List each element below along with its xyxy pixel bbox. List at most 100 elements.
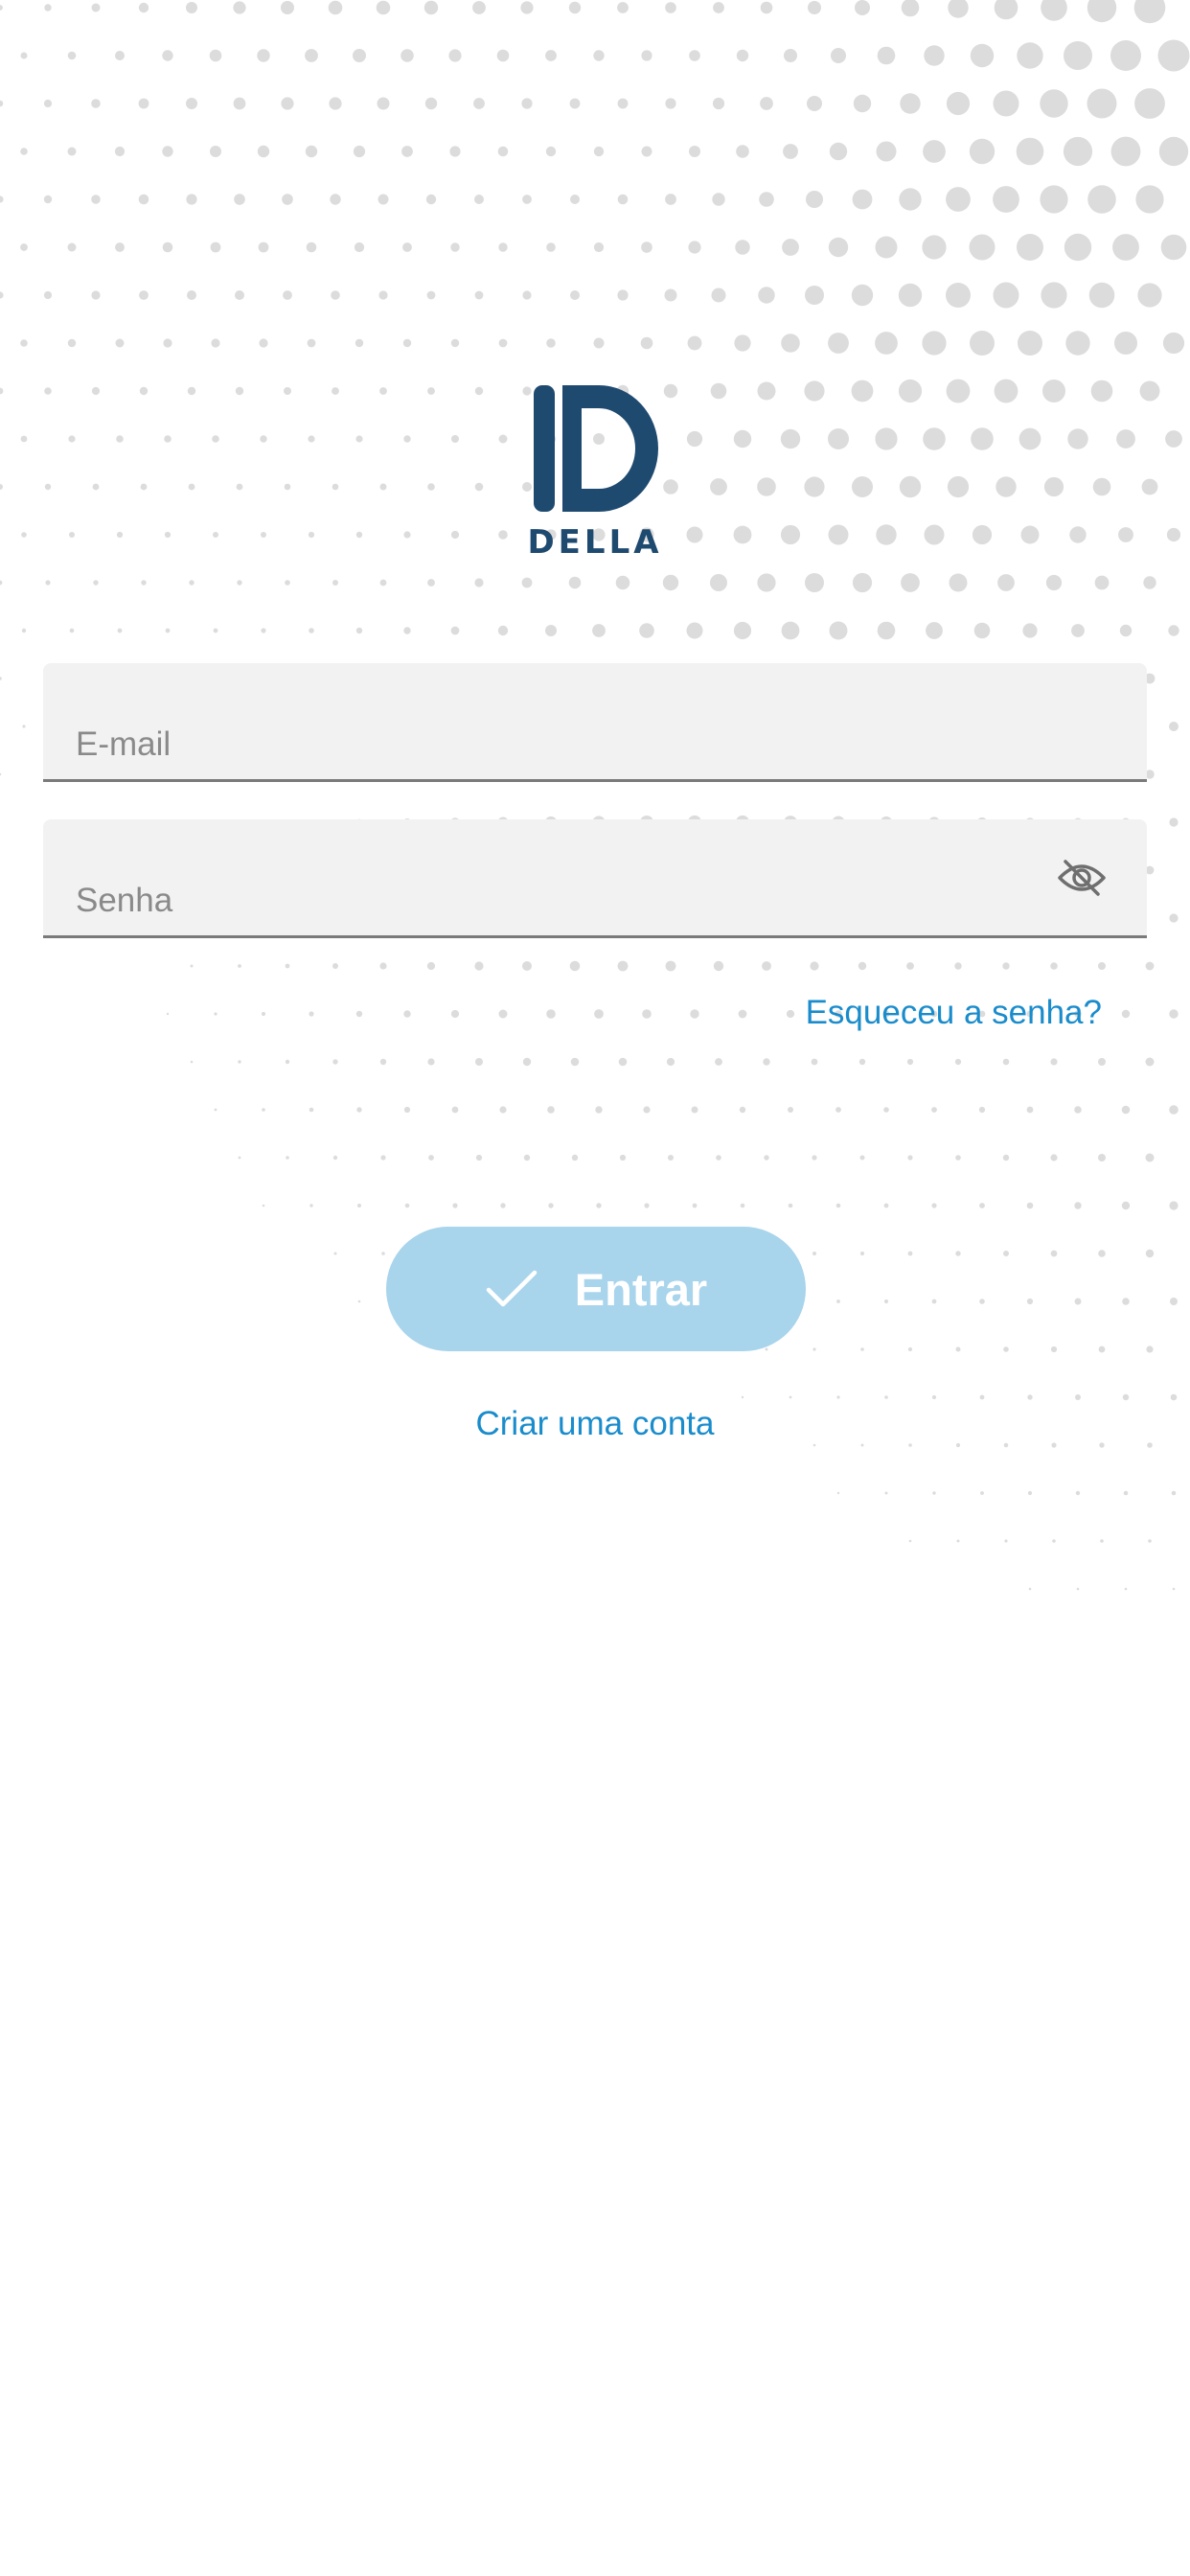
- pattern-dot: [716, 1155, 721, 1161]
- pattern-dot: [450, 530, 460, 540]
- pattern-dot: [993, 282, 1019, 309]
- pattern-dot: [665, 2, 676, 13]
- password-field[interactable]: [43, 819, 1147, 938]
- email-field[interactable]: [43, 663, 1147, 782]
- pattern-dot: [1017, 234, 1043, 261]
- pattern-dot: [786, 1009, 795, 1019]
- pattern-dot: [190, 1060, 194, 1064]
- pattern-dot: [884, 1491, 888, 1495]
- pattern-dot: [1143, 576, 1156, 589]
- pattern-dot: [190, 964, 194, 968]
- pattern-dot: [858, 1058, 866, 1066]
- pattern-dot: [954, 1058, 962, 1066]
- pattern-dot: [733, 525, 752, 544]
- pattern-dot: [20, 339, 28, 347]
- pattern-dot: [923, 427, 946, 450]
- pattern-dot: [594, 1009, 604, 1019]
- pattern-dot: [210, 242, 221, 253]
- pattern-dot: [1075, 1490, 1081, 1496]
- pattern-dot: [926, 622, 943, 639]
- pattern-dot: [760, 1, 773, 14]
- pattern-dot: [353, 49, 366, 62]
- pattern-dot: [162, 146, 173, 157]
- pattern-dot: [668, 1155, 674, 1161]
- pattern-dot: [140, 483, 148, 491]
- pattern-dot: [44, 4, 52, 12]
- pattern-dot: [451, 1106, 459, 1114]
- pattern-dot: [308, 531, 315, 539]
- pattern-dot: [662, 574, 679, 591]
- password-input[interactable]: [76, 876, 1022, 926]
- pattern-dot: [789, 1395, 792, 1399]
- pattern-dot: [402, 242, 412, 252]
- pattern-dot: [907, 1251, 913, 1256]
- create-account-link[interactable]: Criar uma conta: [0, 1405, 1190, 1443]
- pattern-dot: [282, 194, 293, 205]
- pattern-dot: [906, 1058, 914, 1066]
- pattern-dot: [500, 1203, 506, 1208]
- pattern-dot: [875, 427, 898, 450]
- pattern-dot: [828, 333, 849, 354]
- pattern-dot: [332, 483, 339, 491]
- pattern-dot: [546, 1009, 556, 1019]
- pattern-dot: [995, 476, 1017, 497]
- pattern-dot: [43, 99, 53, 108]
- pattern-dot: [214, 1108, 217, 1112]
- pattern-dot: [617, 960, 629, 972]
- login-button[interactable]: Entrar: [386, 1227, 806, 1351]
- pattern-dot: [1118, 527, 1133, 542]
- pattern-dot: [781, 334, 800, 353]
- pattern-dot: [115, 242, 125, 252]
- pattern-dot: [908, 1443, 912, 1447]
- pattern-dot: [710, 574, 727, 591]
- pattern-dot: [643, 1106, 651, 1114]
- pattern-dot: [811, 1058, 818, 1066]
- pattern-dot: [521, 577, 533, 588]
- pattern-dot: [521, 98, 533, 109]
- forgot-password-link[interactable]: Esqueceu a senha?: [806, 994, 1102, 1032]
- pattern-dot: [333, 1252, 337, 1255]
- pattern-dot: [639, 623, 654, 638]
- pattern-dot: [426, 290, 436, 300]
- pattern-dot: [641, 50, 652, 61]
- pattern-dot: [1171, 1490, 1177, 1496]
- pattern-dot: [332, 1155, 338, 1161]
- pattern-dot: [1170, 1393, 1178, 1401]
- pattern-dot: [309, 1107, 314, 1113]
- pattern-dot: [499, 1106, 507, 1114]
- pattern-dot: [329, 97, 342, 110]
- pattern-dot: [1169, 1105, 1179, 1115]
- pattern-dot: [948, 0, 969, 18]
- pattern-dot: [451, 435, 459, 443]
- pattern-dot: [234, 194, 245, 205]
- pattern-dot: [425, 194, 437, 205]
- pattern-dot: [67, 51, 77, 60]
- della-logo-icon: [534, 385, 658, 512]
- pattern-dot: [474, 386, 484, 396]
- pattern-dot: [1145, 1153, 1155, 1162]
- email-input[interactable]: [76, 720, 1114, 770]
- pattern-dot: [403, 1106, 411, 1114]
- pattern-dot: [788, 1203, 793, 1208]
- pattern-dot: [1050, 1346, 1058, 1353]
- eye-off-icon[interactable]: [1055, 856, 1109, 900]
- pattern-dot: [1165, 430, 1182, 448]
- pattern-dot: [713, 2, 724, 13]
- pattern-dot: [210, 146, 221, 157]
- pattern-dot: [522, 195, 532, 204]
- pattern-dot: [233, 97, 246, 110]
- check-icon: [485, 1269, 538, 1309]
- pattern-dot: [257, 145, 270, 158]
- pattern-dot: [829, 142, 848, 161]
- pattern-dot: [688, 241, 701, 254]
- pattern-dot: [898, 283, 923, 308]
- pattern-dot: [306, 242, 317, 253]
- pattern-dot: [733, 621, 752, 640]
- pattern-dot: [1119, 624, 1133, 637]
- pattern-dot: [806, 191, 823, 208]
- pattern-dot: [209, 49, 222, 62]
- pattern-dot: [498, 434, 508, 444]
- pattern-dot: [780, 428, 801, 449]
- pattern-dot: [1114, 332, 1137, 355]
- pattern-dot: [1098, 1058, 1106, 1066]
